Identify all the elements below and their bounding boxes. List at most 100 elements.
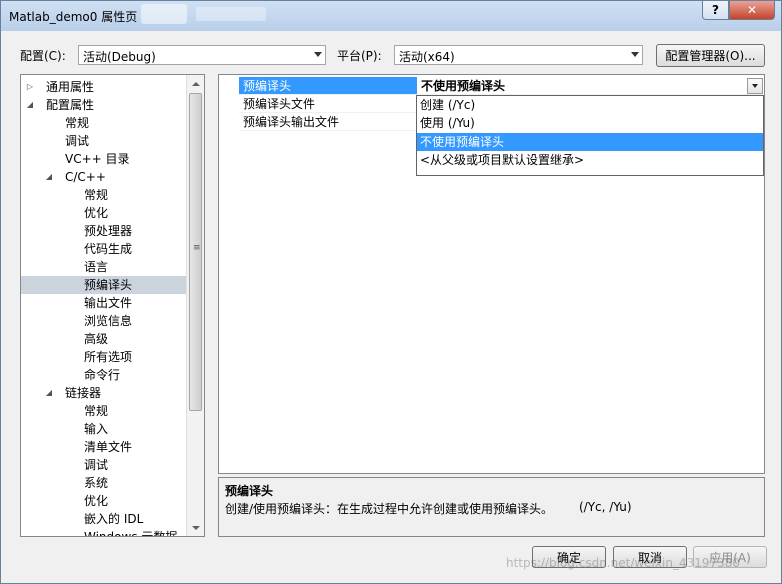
tree-item[interactable]: 高级 xyxy=(21,330,187,348)
tree-item[interactable]: 优化 xyxy=(21,204,187,222)
dropdown-option-inherit[interactable]: <从父级或项目默认设置继承> xyxy=(417,151,763,169)
tree-item-label: VC++ 目录 xyxy=(65,152,130,166)
tree-item[interactable]: ◢ C/C++ xyxy=(21,168,187,186)
config-manager-button[interactable]: 配置管理器(O)... xyxy=(656,44,765,67)
tree-item-label: 清单文件 xyxy=(84,440,133,454)
tree-item-label: 优化 xyxy=(84,206,109,220)
tree-item[interactable]: 清单文件 xyxy=(21,438,187,456)
tree-item-label: 调试 xyxy=(84,458,109,472)
tree-item-label: Windows 元数据 xyxy=(84,530,178,537)
grip-icon: ≡ xyxy=(193,243,201,253)
scroll-up-button[interactable] xyxy=(187,75,204,92)
tree-item-label: 预编译头 xyxy=(84,278,133,292)
tree-scrollbar[interactable]: ≡ xyxy=(186,75,204,536)
config-select[interactable]: 活动(Debug) xyxy=(78,45,326,65)
tree-item[interactable]: Windows 元数据 xyxy=(21,528,187,537)
tree-item[interactable]: 常规 xyxy=(21,186,187,204)
grid-row-name: 预编译头 xyxy=(239,77,417,95)
close-icon: ✕ xyxy=(746,3,758,17)
tree-item-label: 配置属性 xyxy=(46,98,95,112)
tree-item-label: 嵌入的 IDL xyxy=(84,512,144,526)
value-dropdown-list: 创建 (/Yc) 使用 (/Yu) 不使用预编译头 <从父级或项目默认设置继承> xyxy=(416,95,764,176)
grid-row-value-text: 不使用预编译头 xyxy=(421,79,506,93)
tree-item-label: 输入 xyxy=(84,422,109,436)
tree-item[interactable]: 常规 xyxy=(21,402,187,420)
tree-item[interactable]: 预编译头 xyxy=(21,276,187,294)
tree-item-label: C/C++ xyxy=(65,170,106,184)
tree-item-label: 优化 xyxy=(84,494,109,508)
description-text: 创建/使用预编译头：在生成过程中允许创建或使用预编译头。 xyxy=(225,502,554,516)
grid-row-name: 预编译头输出文件 xyxy=(239,113,417,131)
tree-item-label: 调试 xyxy=(65,134,90,148)
tree-item-label: 命令行 xyxy=(84,368,121,382)
tree-item[interactable]: 预处理器 xyxy=(21,222,187,240)
tree-item[interactable]: 输入 xyxy=(21,420,187,438)
chevron-up-icon xyxy=(191,81,200,86)
tree-item-label: 代码生成 xyxy=(84,242,133,256)
platform-select-value: 活动(x64) xyxy=(399,50,455,64)
tree-item[interactable]: 代码生成 xyxy=(21,240,187,258)
platform-label: 平台(P): xyxy=(337,49,382,63)
tree-item-label: 链接器 xyxy=(65,386,102,400)
tree-item[interactable]: 输出文件 xyxy=(21,294,187,312)
tree-item-label: 高级 xyxy=(84,332,109,346)
tree-item[interactable]: 调试 xyxy=(21,456,187,474)
window-title: Matlab_demo0 属性页 xyxy=(9,10,138,24)
title-bar-tab-ghost xyxy=(196,7,266,21)
close-button[interactable]: ✕ xyxy=(729,1,775,20)
tree-item[interactable]: 嵌入的 IDL xyxy=(21,510,187,528)
tree-item[interactable]: VC++ 目录 xyxy=(21,150,187,168)
tree-item[interactable]: 所有选项 xyxy=(21,348,187,366)
chevron-down-icon xyxy=(752,84,758,88)
chevron-down-icon xyxy=(314,52,322,57)
description-title: 预编译头 xyxy=(225,484,274,498)
grid-row-value[interactable]: 不使用预编译头 xyxy=(417,77,764,95)
tree-item[interactable]: 语言 xyxy=(21,258,187,276)
tree-item-label: 通用属性 xyxy=(46,80,95,94)
tree-item[interactable]: 命令行 xyxy=(21,366,187,384)
chevron-down-icon xyxy=(191,525,200,530)
tree-item[interactable]: 调试 xyxy=(21,132,187,150)
tree-item[interactable]: 浏览信息 xyxy=(21,312,187,330)
collapse-arrow-icon[interactable]: ◢ xyxy=(25,96,35,114)
tree-item-label: 常规 xyxy=(65,116,90,130)
tree-item-label: 浏览信息 xyxy=(84,314,133,328)
description-flags: (/Yc, /Yu) xyxy=(579,500,632,514)
tree-item[interactable]: ◢ 配置属性 xyxy=(21,96,187,114)
help-button[interactable]: ? xyxy=(702,1,729,20)
grid-row-name: 预编译头文件 xyxy=(239,95,417,113)
title-bar[interactable]: Matlab_demo0 属性页 ? ✕ xyxy=(1,1,781,31)
tree-item[interactable]: ▷ 通用属性 xyxy=(21,78,187,96)
tree-item[interactable]: 优化 xyxy=(21,492,187,510)
property-tree: ▷ 通用属性 ◢ 配置属性 常规 调试 VC++ 目录 ◢ C/C++ 常规 优化 预处理器 代码生成语… xyxy=(20,74,205,537)
collapse-arrow-icon[interactable]: ◢ xyxy=(44,168,54,186)
tree-item[interactable]: 常规 xyxy=(21,114,187,132)
tree-item-label: 输出文件 xyxy=(84,296,133,310)
properties-dialog: Matlab_demo0 属性页 ? ✕ 配置(C): 活动(Debug) 平台… xyxy=(0,0,782,584)
chevron-down-icon xyxy=(631,52,639,57)
expand-arrow-icon[interactable]: ▷ xyxy=(25,78,35,96)
dropdown-option-use[interactable]: 使用 (/Yu) xyxy=(417,114,763,132)
watermark-text: https://blog.csdn.net/weixin_43197380 xyxy=(506,556,741,570)
collapse-arrow-icon[interactable]: ◢ xyxy=(44,384,54,402)
tree-item[interactable]: 系统 xyxy=(21,474,187,492)
grid-row-precompiled-header[interactable]: 预编译头 不使用预编译头 xyxy=(219,77,764,95)
dropdown-option-not-using[interactable]: 不使用预编译头 xyxy=(417,133,763,151)
value-dropdown-button[interactable] xyxy=(747,78,763,94)
help-icon: ? xyxy=(712,3,719,17)
platform-select[interactable]: 活动(x64) xyxy=(394,45,643,65)
tree-item-label: 语言 xyxy=(84,260,109,274)
scroll-thumb[interactable]: ≡ xyxy=(189,93,202,411)
tree-item-label: 预处理器 xyxy=(84,224,133,238)
config-select-value: 活动(Debug) xyxy=(83,50,156,64)
scroll-down-button[interactable] xyxy=(187,519,204,536)
tree-item-label: 常规 xyxy=(84,188,109,202)
title-bar-tab-ghost xyxy=(141,4,187,24)
tree-item-label: 所有选项 xyxy=(84,350,133,364)
tree-item-label: 系统 xyxy=(84,476,109,490)
tree-item[interactable]: ◢ 链接器 xyxy=(21,384,187,402)
tree-item-label: 常规 xyxy=(84,404,109,418)
dropdown-option-create[interactable]: 创建 (/Yc) xyxy=(417,96,763,114)
description-panel: 预编译头 创建/使用预编译头：在生成过程中允许创建或使用预编译头。 (/Yc, … xyxy=(218,477,765,537)
config-label: 配置(C): xyxy=(20,49,66,63)
